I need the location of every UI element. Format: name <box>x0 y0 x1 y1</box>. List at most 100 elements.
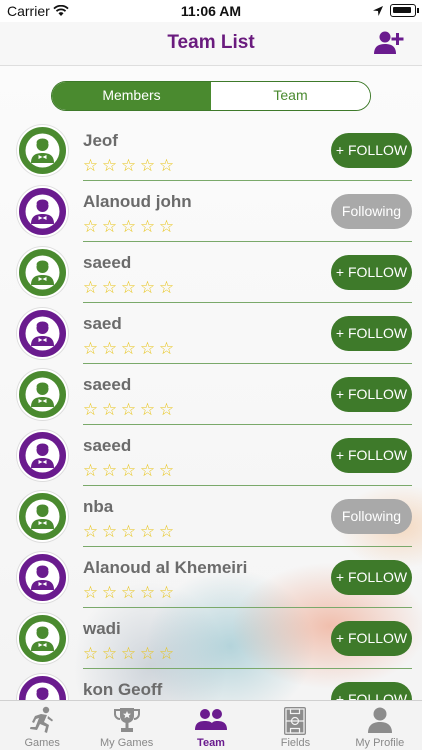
member-list: Jeof ☆ ☆ ☆ ☆ ☆ + FOLLOW Alanoud john ☆ ☆ ☆ ☆ ☆ Follo… <box>0 120 422 730</box>
star-icon: ☆ <box>82 217 99 236</box>
location-arrow-icon <box>372 4 384 20</box>
star-icon: ☆ <box>82 400 99 419</box>
star-icon: ☆ <box>120 461 137 480</box>
rating-stars: ☆☆☆☆☆ <box>82 156 175 176</box>
runner-icon <box>27 706 57 739</box>
tab-team[interactable]: Team <box>169 701 253 750</box>
avatar[interactable] <box>17 247 68 298</box>
star-icon: ☆ <box>101 156 118 175</box>
member-name: saeed <box>83 436 132 455</box>
star-icon: ☆ <box>120 278 137 297</box>
member-row[interactable]: saed ☆ ☆ ☆ ☆ ☆ + FOLLOW <box>0 303 422 364</box>
tab-my-games-label: My Games <box>100 737 154 749</box>
avatar[interactable] <box>17 430 68 481</box>
star-icon: ☆ <box>158 583 175 602</box>
star-icon: ☆ <box>120 644 137 663</box>
member-row[interactable]: wadi ☆ ☆ ☆ ☆ ☆ + FOLLOW <box>0 608 422 669</box>
clock: 11:06 AM <box>180 3 242 19</box>
follow-button[interactable]: + FOLLOW <box>331 133 412 168</box>
member-name: nba <box>83 497 114 516</box>
member-row[interactable]: nba ☆ ☆ ☆ ☆ ☆ Following <box>0 486 422 547</box>
rating-stars: ☆☆☆☆☆ <box>82 400 175 420</box>
star-icon: ☆ <box>101 583 118 602</box>
following-button[interactable]: Following <box>331 194 412 229</box>
star-icon: ☆ <box>158 217 175 236</box>
avatar[interactable] <box>17 552 68 603</box>
avatar[interactable] <box>17 369 68 420</box>
avatar[interactable] <box>17 491 68 542</box>
status-bar: Carrier 11:06 AM <box>0 0 422 22</box>
star-icon: ☆ <box>158 461 175 480</box>
star-icon: ☆ <box>139 217 156 236</box>
avatar[interactable] <box>17 613 68 664</box>
star-icon: ☆ <box>82 522 99 541</box>
member-name: saeed <box>83 375 132 394</box>
tab-bar: Games My Games Team Fields My Profile <box>0 700 422 750</box>
rating-stars: ☆☆☆☆☆ <box>82 217 175 237</box>
member-name: Jeof <box>83 131 118 150</box>
member-row[interactable]: Alanoud al Khemeiri ☆ ☆ ☆ ☆ ☆ + FOLLOW <box>0 547 422 608</box>
team-icon <box>194 706 228 739</box>
follow-button[interactable]: + FOLLOW <box>331 560 412 595</box>
star-icon: ☆ <box>158 644 175 663</box>
rating-stars: ☆☆☆☆☆ <box>82 278 175 298</box>
segment-members[interactable]: Members <box>52 82 211 110</box>
star-icon: ☆ <box>158 522 175 541</box>
member-name: Alanoud john <box>83 192 192 211</box>
tab-fields-label: Fields <box>280 737 311 749</box>
star-icon: ☆ <box>120 522 137 541</box>
follow-button[interactable]: + FOLLOW <box>331 438 412 473</box>
star-icon: ☆ <box>158 400 175 419</box>
star-icon: ☆ <box>101 339 118 358</box>
follow-button[interactable]: + FOLLOW <box>331 316 412 351</box>
rating-stars: ☆☆☆☆☆ <box>82 644 175 664</box>
star-icon: ☆ <box>101 217 118 236</box>
member-row[interactable]: Alanoud john ☆ ☆ ☆ ☆ ☆ Following <box>0 181 422 242</box>
follow-button[interactable]: + FOLLOW <box>331 377 412 412</box>
star-icon: ☆ <box>158 156 175 175</box>
member-row[interactable]: saeed ☆ ☆ ☆ ☆ ☆ + FOLLOW <box>0 364 422 425</box>
star-icon: ☆ <box>82 644 99 663</box>
member-row[interactable]: Jeof ☆ ☆ ☆ ☆ ☆ + FOLLOW <box>0 120 422 181</box>
field-icon <box>283 706 307 741</box>
star-icon: ☆ <box>82 156 99 175</box>
star-icon: ☆ <box>158 278 175 297</box>
star-icon: ☆ <box>82 583 99 602</box>
star-icon: ☆ <box>139 278 156 297</box>
following-button[interactable]: Following <box>331 499 412 534</box>
avatar[interactable] <box>17 125 68 176</box>
tab-fields[interactable]: Fields <box>253 701 337 750</box>
star-icon: ☆ <box>82 461 99 480</box>
star-icon: ☆ <box>82 339 99 358</box>
rating-stars: ☆☆☆☆☆ <box>82 339 175 359</box>
member-name: saed <box>83 314 122 333</box>
star-icon: ☆ <box>139 400 156 419</box>
star-icon: ☆ <box>120 400 137 419</box>
avatar[interactable] <box>17 186 68 237</box>
tab-games[interactable]: Games <box>0 701 84 750</box>
follow-button[interactable]: + FOLLOW <box>331 621 412 656</box>
follow-button[interactable]: + FOLLOW <box>331 255 412 290</box>
member-row[interactable]: saeed ☆ ☆ ☆ ☆ ☆ + FOLLOW <box>0 425 422 486</box>
segment-team[interactable]: Team <box>211 82 370 110</box>
star-icon: ☆ <box>82 278 99 297</box>
page-title: Team List <box>167 32 255 53</box>
star-icon: ☆ <box>120 156 137 175</box>
star-icon: ☆ <box>120 339 137 358</box>
add-user-icon[interactable] <box>374 30 404 56</box>
star-icon: ☆ <box>101 400 118 419</box>
member-row[interactable]: saeed ☆ ☆ ☆ ☆ ☆ + FOLLOW <box>0 242 422 303</box>
tab-my-profile[interactable]: My Profile <box>338 701 422 750</box>
avatar[interactable] <box>17 308 68 359</box>
member-name: wadi <box>83 619 121 638</box>
member-name: saeed <box>83 253 132 272</box>
star-icon: ☆ <box>101 278 118 297</box>
tab-games-label: Games <box>24 737 60 749</box>
tab-my-games[interactable]: My Games <box>84 701 168 750</box>
rating-stars: ☆☆☆☆☆ <box>82 461 175 481</box>
battery-icon <box>390 4 419 17</box>
tab-team-label: Team <box>197 737 225 749</box>
star-icon: ☆ <box>139 339 156 358</box>
star-icon: ☆ <box>158 339 175 358</box>
trophy-icon <box>112 706 142 741</box>
